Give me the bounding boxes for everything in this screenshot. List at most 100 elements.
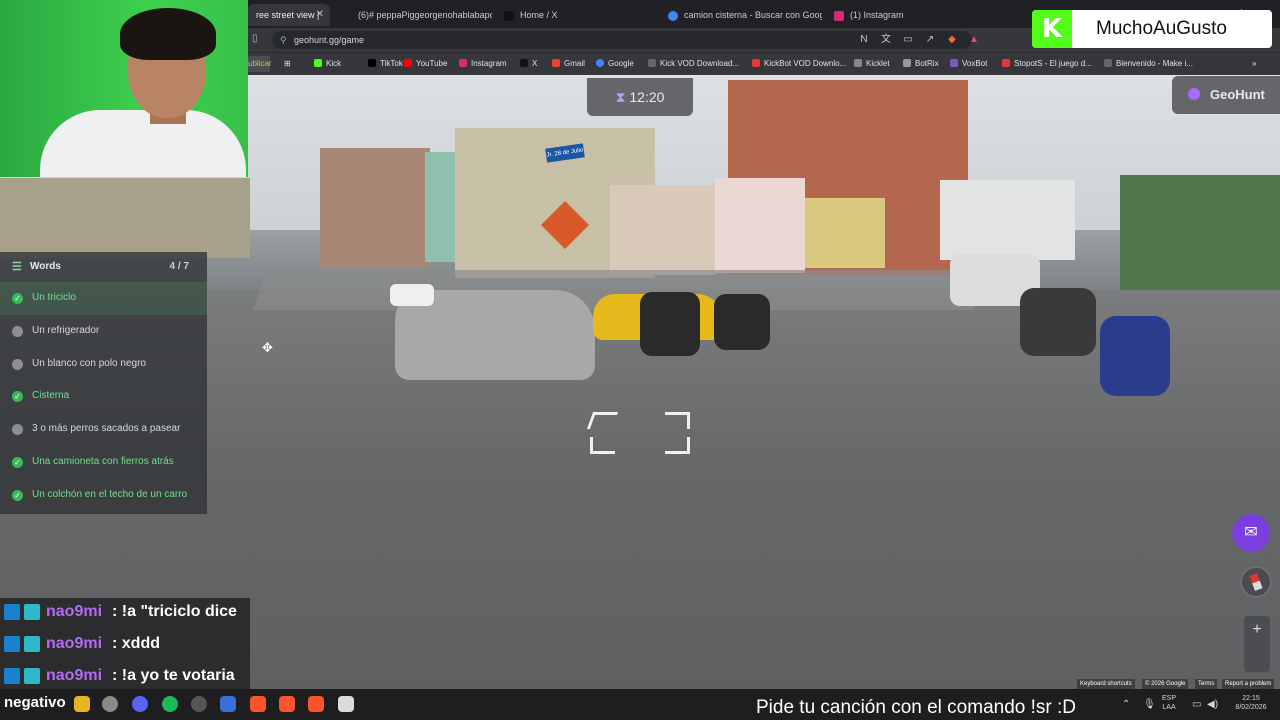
word-item[interactable]: ✓ Una camioneta con fierros atrás xyxy=(0,446,207,479)
word-item[interactable]: 3 o más perros sacados a pasear xyxy=(0,413,207,446)
word-item[interactable]: ✓ Un triciclo xyxy=(0,282,207,315)
word-item[interactable]: Un blanco con polo negro xyxy=(0,348,207,381)
check-icon: ✓ xyxy=(12,391,23,403)
geohunt-logo[interactable]: GeoHunt xyxy=(1172,76,1280,114)
google-icon xyxy=(668,10,678,21)
bookmark-icon[interactable]: ▯ xyxy=(252,33,258,44)
clock[interactable]: 22:15 8/02/2026 xyxy=(1226,694,1276,712)
tab-instagram[interactable]: (1) Instagram xyxy=(826,4,986,26)
volume-icon[interactable]: ◀) xyxy=(1207,699,1218,710)
brave-icon[interactable] xyxy=(250,696,266,712)
negativo-label: negativo xyxy=(4,694,66,711)
list-icon: ☰ xyxy=(12,261,22,273)
bookmark-item[interactable]: Instagram xyxy=(459,57,507,71)
zoom-out-button[interactable] xyxy=(1244,644,1270,672)
pending-dot-icon xyxy=(12,325,23,337)
discord-icon[interactable] xyxy=(132,696,148,712)
movement-reticle[interactable] xyxy=(586,412,690,454)
brave-icon[interactable] xyxy=(308,696,324,712)
chevron-up-icon[interactable]: ⌃ xyxy=(1122,699,1130,710)
x-icon xyxy=(504,10,514,21)
building xyxy=(610,185,715,275)
bookmark-publicar[interactable]: ublicar xyxy=(248,56,272,72)
bookmarks-bar: ublicar ⊞ Kick TikTok YouTube Instagram … xyxy=(248,52,1280,75)
brave-rewards-icon[interactable]: ▲ xyxy=(968,34,980,46)
keyboard-shortcuts-link[interactable]: Keyboard shortcuts xyxy=(1077,679,1135,689)
word-item[interactable]: Un refrigerador xyxy=(0,315,207,348)
bookmark-item[interactable]: X xyxy=(520,57,537,71)
google-icon xyxy=(596,59,604,67)
tab-tiktok[interactable]: (6)# peppaPiggeorgenohablabaporq xyxy=(334,4,492,26)
check-icon: ✓ xyxy=(12,456,23,468)
chat-text: : !a yo te votaria xyxy=(112,667,235,684)
chat-bubble-button[interactable]: ✉ xyxy=(1232,514,1270,552)
lang-bottom: LAA xyxy=(1162,704,1176,711)
compass-button[interactable] xyxy=(1240,566,1272,598)
app-icon[interactable] xyxy=(102,696,118,712)
obs-icon[interactable] xyxy=(191,696,207,712)
apps-grid-icon[interactable]: ⊞ xyxy=(284,57,291,71)
pending-dot-icon xyxy=(12,424,23,436)
compass-needle-icon xyxy=(1249,573,1263,591)
badge-icon xyxy=(4,604,20,620)
bookmark-item[interactable]: TikTok xyxy=(368,57,403,71)
bookmark-label: Bienvenido - Make i... xyxy=(1116,59,1193,68)
bookmark-item[interactable]: KickBot VOD Downlo... xyxy=(752,57,846,71)
chat-text: : !a "triciclo dice xyxy=(112,603,237,620)
folder-icon[interactable] xyxy=(74,696,90,712)
word-label: Un blanco con polo negro xyxy=(32,357,146,369)
word-item[interactable]: ✓ Cisterna xyxy=(0,380,207,413)
translate-icon[interactable]: 文 xyxy=(880,34,892,46)
location-pin-icon xyxy=(1188,88,1200,100)
tab-google[interactable]: camion cisterna - Buscar con Google xyxy=(660,4,822,26)
microphone-icon[interactable]: 🎙 xyxy=(1143,699,1156,710)
bookmark-item[interactable]: StopotS - El juego d... xyxy=(1002,57,1092,71)
badge-icon xyxy=(24,636,40,652)
more-bookmarks-icon[interactable]: » xyxy=(1252,57,1256,71)
bookmark-item[interactable]: YouTube xyxy=(404,57,447,71)
webcam-overlay xyxy=(0,0,248,177)
bookmark-label: Google xyxy=(608,59,634,68)
building xyxy=(715,178,805,273)
word-item[interactable]: ✓ Un colchón en el techo de un carro xyxy=(0,479,207,512)
bookmark-item[interactable]: Kick VOD Download... xyxy=(648,57,739,71)
word-label: Un triciclo xyxy=(32,292,76,303)
app-icon[interactable] xyxy=(220,696,236,712)
site-info-icon[interactable]: ⚲ xyxy=(280,31,287,49)
chat-username: nao9mi xyxy=(46,635,103,652)
zoom-in-button[interactable]: + xyxy=(1244,616,1270,644)
word-label: Cisterna xyxy=(32,390,70,402)
language-indicator[interactable]: ESP LAA xyxy=(1162,694,1176,712)
bookmark-item[interactable]: Google xyxy=(596,57,634,71)
bookmark-label: KickBot VOD Downlo... xyxy=(764,59,847,68)
tiktok-icon xyxy=(368,59,376,67)
terms-link[interactable]: Terms xyxy=(1195,679,1218,689)
cast-icon[interactable]: ▭ xyxy=(902,34,914,46)
bookmark-item[interactable]: VoxBot xyxy=(950,57,987,71)
spotify-icon[interactable] xyxy=(162,696,178,712)
extension-icon[interactable]: N xyxy=(858,34,870,46)
brave-shield-icon[interactable]: ◆ xyxy=(946,34,958,46)
clock-date: 8/02/2026 xyxy=(1235,704,1267,711)
bookmark-item[interactable]: Kick xyxy=(314,57,341,71)
bookmark-item[interactable]: Gmail xyxy=(552,57,585,71)
bookmark-label: Kick xyxy=(326,59,342,68)
monitor-icon[interactable]: ▭ xyxy=(1192,699,1201,710)
instagram-icon xyxy=(834,10,844,21)
bookmark-item[interactable]: Bienvenido - Make i... xyxy=(1104,57,1193,71)
map-copyright: © 2026 Google xyxy=(1142,679,1189,689)
brave-icon[interactable] xyxy=(279,696,295,712)
file-icon[interactable] xyxy=(338,696,354,712)
timer-text: 12:20 xyxy=(629,89,665,105)
bookmark-label: YouTube xyxy=(416,59,448,68)
streamer-shirt xyxy=(40,110,246,177)
bookmark-item[interactable]: Kicklet xyxy=(854,57,890,71)
share-icon[interactable]: ↗ xyxy=(924,34,936,46)
bookmark-item[interactable]: BotRix xyxy=(903,57,939,71)
gmail-icon xyxy=(552,59,560,67)
tab-street-view[interactable]: ree street view | ✕ xyxy=(248,4,330,26)
tab-x[interactable]: Home / X xyxy=(496,4,656,26)
report-problem-link[interactable]: Report a problem xyxy=(1222,679,1275,689)
zoom-controls: + xyxy=(1244,616,1270,672)
close-tab-icon[interactable]: ✕ xyxy=(316,4,324,26)
